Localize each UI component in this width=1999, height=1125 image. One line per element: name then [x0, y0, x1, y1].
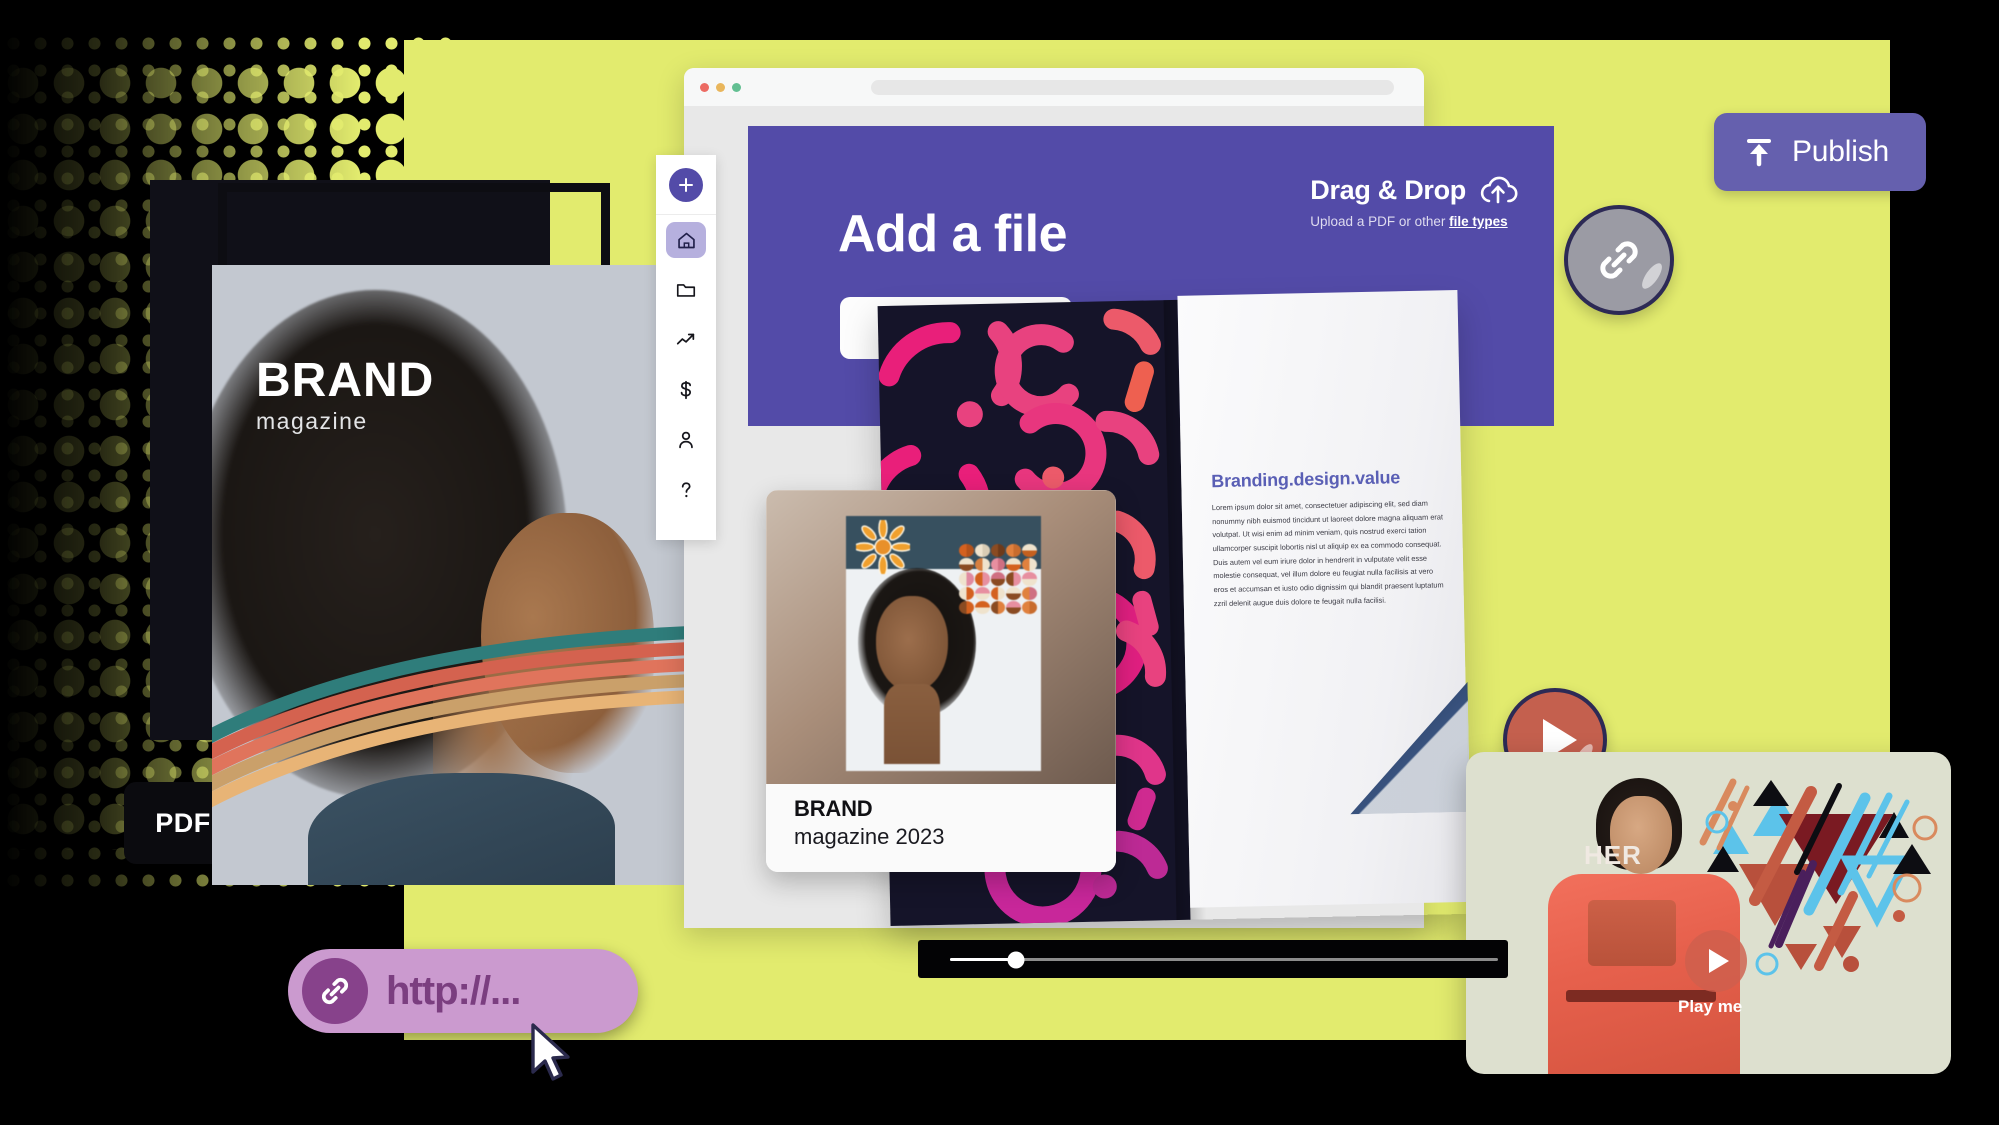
publish-button[interactable]: Publish — [1714, 113, 1926, 191]
arrow-cursor — [531, 1023, 570, 1081]
address-bar[interactable] — [871, 79, 1394, 95]
close-icon[interactable] — [700, 82, 709, 92]
cover-rainbow-stripes — [212, 626, 692, 808]
url-link-icon-wrap — [302, 958, 368, 1024]
maximize-icon[interactable] — [732, 82, 741, 92]
brand-card-subtitle: magazine 2023 — [794, 824, 945, 849]
link-icon — [321, 977, 349, 1005]
cover-title-block: BRAND magazine — [256, 357, 434, 435]
player-progress-bar[interactable] — [918, 940, 1508, 978]
drag-drop-subtitle-text: Upload a PDF or other — [1310, 214, 1450, 229]
video-card[interactable]: HER Play me — [1466, 752, 1951, 1074]
sidebar-add-row — [656, 155, 716, 215]
file-types-link[interactable]: file types — [1449, 214, 1508, 229]
cover-title: BRAND — [256, 354, 435, 407]
home-icon — [677, 232, 695, 248]
analytics-icon — [676, 333, 695, 345]
progress-track[interactable] — [950, 951, 1498, 968]
upload-icon — [1747, 139, 1771, 167]
page-curl — [1348, 682, 1471, 814]
dollar-icon — [680, 380, 691, 400]
canvas-stage: PDF BRAND magazine Add a file Drag & Dro… — [0, 0, 1999, 1125]
folder-icon — [676, 284, 696, 297]
document-heading: Branding.design.value — [1211, 467, 1401, 492]
add-button[interactable] — [669, 167, 703, 202]
progress-handle[interactable] — [1007, 951, 1025, 968]
sidebar-item-home[interactable] — [656, 215, 716, 265]
brand-card[interactable]: BRAND magazine 2023 — [766, 490, 1116, 872]
help-icon — [681, 482, 691, 498]
brand-card-label: BRAND magazine 2023 — [766, 784, 1116, 872]
sidebar-item-help[interactable] — [656, 465, 716, 515]
copy-link-button[interactable] — [1564, 205, 1674, 315]
url-pill[interactable]: http://... — [288, 949, 638, 1033]
drag-drop-zone[interactable]: Drag & Drop Upload a PDF or other file t… — [1310, 174, 1518, 229]
cloud-upload-icon — [1480, 176, 1518, 204]
document-body: Lorem ipsum dolor sit amet, consectetuer… — [1211, 498, 1444, 608]
user-icon — [679, 431, 693, 449]
browser-title-bar — [684, 68, 1424, 106]
minimize-icon[interactable] — [716, 82, 725, 92]
sidebar-item-files[interactable] — [656, 265, 716, 315]
progress-fill — [950, 958, 1016, 961]
publish-label: Publish — [1792, 135, 1889, 168]
video-play-label: Play me — [1678, 997, 1743, 1016]
url-text: http://... — [386, 968, 521, 1013]
flower-icon — [856, 520, 910, 574]
video-overlay-title: HER — [1584, 840, 1642, 870]
drag-drop-subtitle: Upload a PDF or other file types — [1310, 214, 1518, 229]
play-icon — [1709, 949, 1729, 973]
magazine-cover[interactable]: BRAND magazine — [212, 265, 692, 885]
sidebar-item-billing[interactable] — [656, 365, 716, 415]
brand-card-poster — [846, 516, 1041, 771]
plus-icon — [679, 177, 693, 192]
brand-card-image — [766, 490, 1116, 785]
drag-drop-title: Drag & Drop — [1310, 174, 1466, 205]
pdf-badge-label: PDF — [155, 807, 211, 838]
brand-card-title: BRAND — [794, 796, 873, 821]
sidebar-item-account[interactable] — [656, 415, 716, 465]
tool-sidebar — [656, 155, 716, 540]
cover-subtitle: magazine — [256, 408, 368, 434]
sidebar-item-analytics[interactable] — [656, 315, 716, 365]
spread-right-page: Branding.design.value Lorem ipsum dolor … — [1177, 289, 1471, 908]
page-title: Add a file — [838, 205, 1068, 263]
poster-dot-grid — [959, 544, 1037, 614]
video-play-button[interactable] — [1685, 930, 1747, 992]
link-icon — [1600, 241, 1638, 279]
traffic-lights — [700, 82, 741, 92]
